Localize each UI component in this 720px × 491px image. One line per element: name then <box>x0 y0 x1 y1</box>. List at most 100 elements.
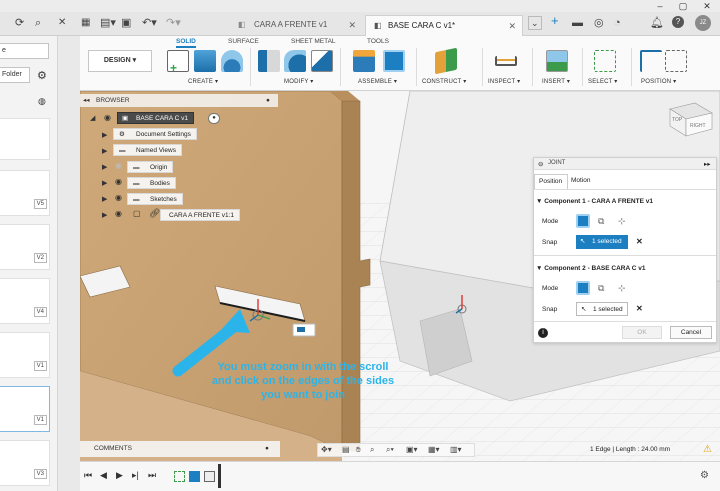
user-avatar[interactable]: JZ <box>695 15 711 31</box>
component1-header[interactable]: ▼ Component 1 - CARA A FRENTE v1 <box>536 198 653 205</box>
list-item-selected[interactable]: V1 <box>0 386 50 432</box>
file-menu-icon[interactable]: ▤▾ <box>100 16 116 30</box>
timeline-marker[interactable] <box>218 464 221 488</box>
expand-arrow-icon[interactable]: ▶ <box>102 131 107 139</box>
viewcube-top-label[interactable]: TOP <box>672 117 683 123</box>
browser-root-node[interactable]: ▣ BASE CARA C v1 <box>117 112 195 124</box>
browser-node-document-settings[interactable]: ⚙ Document Settings <box>113 128 197 140</box>
extrude-icon[interactable] <box>194 50 216 72</box>
list-item[interactable] <box>0 118 50 160</box>
list-item[interactable]: V2 <box>0 224 50 270</box>
look-at-icon[interactable]: ▤ <box>342 444 350 456</box>
version-badge[interactable]: V1 <box>33 361 47 371</box>
joint-dialog-header[interactable]: ⊖ JOINT ▸▸ <box>534 158 716 170</box>
close-tab-icon[interactable]: ✕ <box>348 15 356 35</box>
maximize-button[interactable]: ▢ <box>672 0 694 12</box>
mode-two-edge-icon[interactable]: ⊹ <box>618 283 626 294</box>
collapse-arrow-icon[interactable]: ◢ <box>90 114 95 122</box>
mode-simple-button[interactable] <box>576 281 590 295</box>
activate-radio-icon[interactable]: ● <box>208 113 220 124</box>
help-icon[interactable]: ? <box>672 16 684 28</box>
step-back-icon[interactable]: ◀ <box>100 470 107 481</box>
refresh-icon[interactable]: ⟳ <box>15 16 24 30</box>
close-tab-icon[interactable]: ✕ <box>508 16 516 36</box>
snap2-selection[interactable]: ↖ 1 selected <box>576 302 628 316</box>
revolve-icon[interactable] <box>221 50 243 72</box>
tab-tools[interactable]: TOOLS <box>367 38 389 45</box>
viewcube-right-label[interactable]: RIGHT <box>690 123 706 129</box>
workspace-switcher[interactable]: DESIGN ▾ <box>88 50 152 72</box>
warning-icon[interactable]: ⚠ <box>703 443 712 457</box>
mode-two-edge-icon[interactable]: ⊹ <box>618 216 626 227</box>
redo-icon[interactable]: ↷▾ <box>166 16 181 30</box>
capture-position-icon[interactable] <box>640 50 662 72</box>
go-to-start-icon[interactable]: ⏮︎ <box>84 470 92 481</box>
fillet-icon[interactable] <box>284 50 306 72</box>
new-tab-icon[interactable]: + <box>551 14 559 28</box>
timeline-joint-feature[interactable] <box>204 471 215 482</box>
tab-position[interactable]: Position <box>534 174 568 189</box>
play-icon[interactable]: ▶ <box>116 470 123 481</box>
timeline-sketch-feature[interactable] <box>174 471 185 482</box>
list-item[interactable]: V4 <box>0 278 50 324</box>
tab-solid[interactable]: SOLID <box>176 38 196 48</box>
snap1-selection[interactable]: ↖ 1 selected <box>576 235 628 249</box>
select-group-label[interactable]: SELECT ▾ <box>588 78 618 85</box>
version-badge[interactable]: V5 <box>33 199 47 209</box>
timeline-extrude-feature[interactable] <box>189 471 200 482</box>
cancel-button[interactable]: Cancel <box>670 326 712 339</box>
clear-snap1-button[interactable]: ✕ <box>636 237 643 246</box>
offset-plane-icon[interactable] <box>435 47 457 75</box>
assemble-group-label[interactable]: ASSEMBLE ▾ <box>358 78 397 85</box>
list-item[interactable]: V5 <box>0 170 50 216</box>
viewports-icon[interactable]: ▥▾ <box>450 444 462 456</box>
view-toggle-icon[interactable]: ◍ <box>38 96 46 107</box>
create-group-label[interactable]: CREATE ▾ <box>188 78 218 85</box>
new-component-icon[interactable] <box>353 50 375 72</box>
minimize-button[interactable]: – <box>649 0 671 12</box>
clear-snap2-button[interactable]: ✕ <box>636 304 643 313</box>
inspect-group-label[interactable]: INSPECT ▾ <box>488 78 520 85</box>
display-settings-icon[interactable]: ▣▾ <box>406 444 418 456</box>
info-icon[interactable]: i <box>538 328 548 338</box>
close-panel-icon[interactable]: ✕ <box>58 16 66 30</box>
collapse-browser-icon[interactable]: ◂◂ <box>83 94 90 107</box>
tab-surface[interactable]: SURFACE <box>228 38 259 45</box>
shell-icon[interactable] <box>311 50 333 72</box>
tab-sheet-metal[interactable]: SHEET METAL <box>291 38 336 45</box>
browser-node-named-views[interactable]: ▬ Named Views <box>113 144 182 156</box>
tab-cara-a-frente[interactable]: ◧ CARA A FRENTE v1 ✕ <box>232 15 362 36</box>
grid-settings-icon[interactable]: ▦▾ <box>428 444 440 456</box>
measure-icon[interactable] <box>495 56 517 66</box>
visibility-eye-icon[interactable]: ◉ <box>115 193 122 202</box>
notifications-icon[interactable]: 🔔︎ <box>650 16 664 30</box>
partial-button[interactable]: e <box>0 43 49 59</box>
list-item[interactable]: V3 <box>0 440 50 486</box>
modify-group-label[interactable]: MODIFY ▾ <box>284 78 314 85</box>
version-badge[interactable]: V4 <box>33 307 47 317</box>
zoom-icon[interactable]: ⌕ <box>370 444 374 456</box>
search-icon[interactable]: ⌕ <box>35 16 41 30</box>
undo-icon[interactable]: ↶▾ <box>142 16 157 30</box>
version-badge[interactable]: V1 <box>33 415 47 425</box>
ok-button[interactable]: OK <box>622 326 662 339</box>
select-window-icon[interactable] <box>594 50 616 72</box>
visibility-eye-icon[interactable]: ◉ <box>115 209 122 218</box>
browser-node-linked-component[interactable]: CARA A FRENTE v1:1 <box>160 209 241 221</box>
version-badge[interactable]: V3 <box>33 469 47 479</box>
save-icon[interactable]: ▣ <box>121 16 131 30</box>
go-to-end-icon[interactable]: ⏭︎ <box>148 470 156 481</box>
comments-pin-icon[interactable]: ● <box>265 441 269 457</box>
settings-gear-icon[interactable]: ⚙ <box>37 69 47 82</box>
new-folder-button[interactable]: Folder <box>0 67 30 83</box>
expand-arrow-icon[interactable]: ▶ <box>102 179 107 187</box>
tab-base-cara-c[interactable]: ◧ BASE CARA C v1* ✕ <box>365 15 523 36</box>
browser-header[interactable]: ◂◂ BROWSER ● <box>80 94 278 107</box>
expand-arrow-icon[interactable]: ▶ <box>102 195 107 203</box>
version-badge[interactable]: V2 <box>33 253 47 263</box>
mode-between-two-faces-icon[interactable]: ⧉ <box>598 216 604 227</box>
job-status-icon[interactable]: ◎ <box>594 16 604 30</box>
browser-node-bodies[interactable]: ▬ Bodies <box>127 177 176 189</box>
timeline-settings-gear-icon[interactable]: ⚙ <box>700 470 709 481</box>
position-group-label[interactable]: POSITION ▾ <box>641 78 676 85</box>
